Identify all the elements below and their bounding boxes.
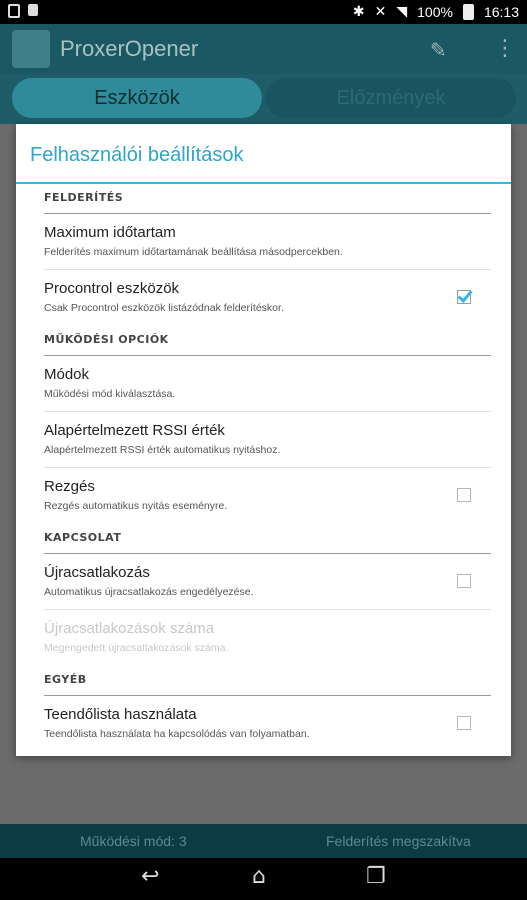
mute-icon: ✕ [374,3,387,19]
app-logo-icon [12,30,50,68]
preferences-dialog: Felhasználói beállítások FELDERÍTÉS Maxi… [16,124,511,756]
battery-icon [462,3,474,20]
pref-title: Teendőlista használata [44,706,197,723]
pref-procontrol-devices[interactable]: Procontrol eszközök Csak Procontrol eszk… [44,270,491,326]
todo-list-checkbox[interactable] [457,716,471,730]
pref-reconnect-count: Újracsatlakozások száma Megengedett újra… [44,610,491,666]
vibration-checkbox[interactable] [457,488,471,502]
clock: 16:13 [483,3,519,20]
nav-bar: ↩ ⌂ ❐ [0,858,527,900]
status-bar: ✱ ✕ ◥ 100% 16:13 [0,0,527,24]
pref-title: Alapértelmezett RSSI érték [44,422,225,439]
pref-summary: Felderítés maximum időtartamának beállít… [44,246,343,258]
pref-title: Maximum időtartam [44,224,176,241]
category-header: FELDERÍTÉS [44,184,491,214]
category-header: MŰKÖDÉSI OPCIÓK [44,326,491,356]
reconnect-checkbox[interactable] [457,574,471,588]
tab-bar: Eszközök Előzmények [0,74,527,124]
app-bar: ProxerOpener ✎ ⋮ [0,24,527,74]
pref-summary: Rezgés automatikus nyitás eseményre. [44,500,228,512]
category-header: EGYÉB [44,666,491,696]
pref-reconnect[interactable]: Újracsatlakozás Automatikus újracsatlako… [44,554,491,610]
tab-history[interactable]: Előzmények [266,78,516,118]
pref-default-rssi[interactable]: Alapértelmezett RSSI érték Alapértelmeze… [44,412,491,468]
pref-summary: Megengedett újracsatlakozások száma. [44,642,229,654]
category-header: KAPCSOLAT [44,524,491,554]
app-title: ProxerOpener [60,36,199,61]
pref-summary: Alapértelmezett RSSI érték automatikus n… [44,444,281,456]
battery-percent: 100% [417,3,453,20]
pref-title: Procontrol eszközök [44,280,180,297]
discovery-status: Felderítés megszakítva [326,833,471,849]
overflow-menu-icon[interactable]: ⋮ [494,36,516,61]
home-icon[interactable]: ⌂ [252,864,266,889]
recents-icon[interactable]: ❐ [366,864,386,889]
procontrol-checkbox[interactable] [457,290,471,304]
pref-max-duration[interactable]: Maximum időtartam Felderítés maximum idő… [44,214,491,270]
preferences-list: FELDERÍTÉS Maximum időtartam Felderítés … [16,184,511,752]
bluetooth-icon: ✱ [352,3,365,19]
pref-summary: Teendőlista használata ha kapcsolódás va… [44,728,310,740]
pref-title: Újracsatlakozások száma [44,620,215,637]
pref-title: Újracsatlakozás [44,564,150,581]
wrench-icon[interactable]: ✎ [430,38,447,62]
tab-devices[interactable]: Eszközök [12,78,262,118]
pref-summary: Automatikus újracsatlakozás engedélyezés… [44,586,254,598]
wifi-icon: ◥ [396,3,408,19]
pref-todo-list[interactable]: Teendőlista használata Teendőlista haszn… [44,696,491,752]
pref-summary: Működési mód kiválasztása. [44,388,176,400]
back-icon[interactable]: ↩ [141,864,159,889]
mode-label: Működési mód: 3 [80,833,187,849]
pref-modes[interactable]: Módok Működési mód kiválasztása. [44,356,491,412]
pref-title: Rezgés [44,478,95,495]
dialog-title: Felhasználói beállítások [30,144,244,166]
bottom-status-bar: Működési mód: 3 Felderítés megszakítva [0,824,527,858]
pref-summary: Csak Procontrol eszközök listázódnak fel… [44,302,284,314]
pref-vibration[interactable]: Rezgés Rezgés automatikus nyitás esemény… [44,468,491,524]
notification-icon [8,4,20,18]
pref-title: Módok [44,366,90,383]
notification-icon [28,4,38,16]
